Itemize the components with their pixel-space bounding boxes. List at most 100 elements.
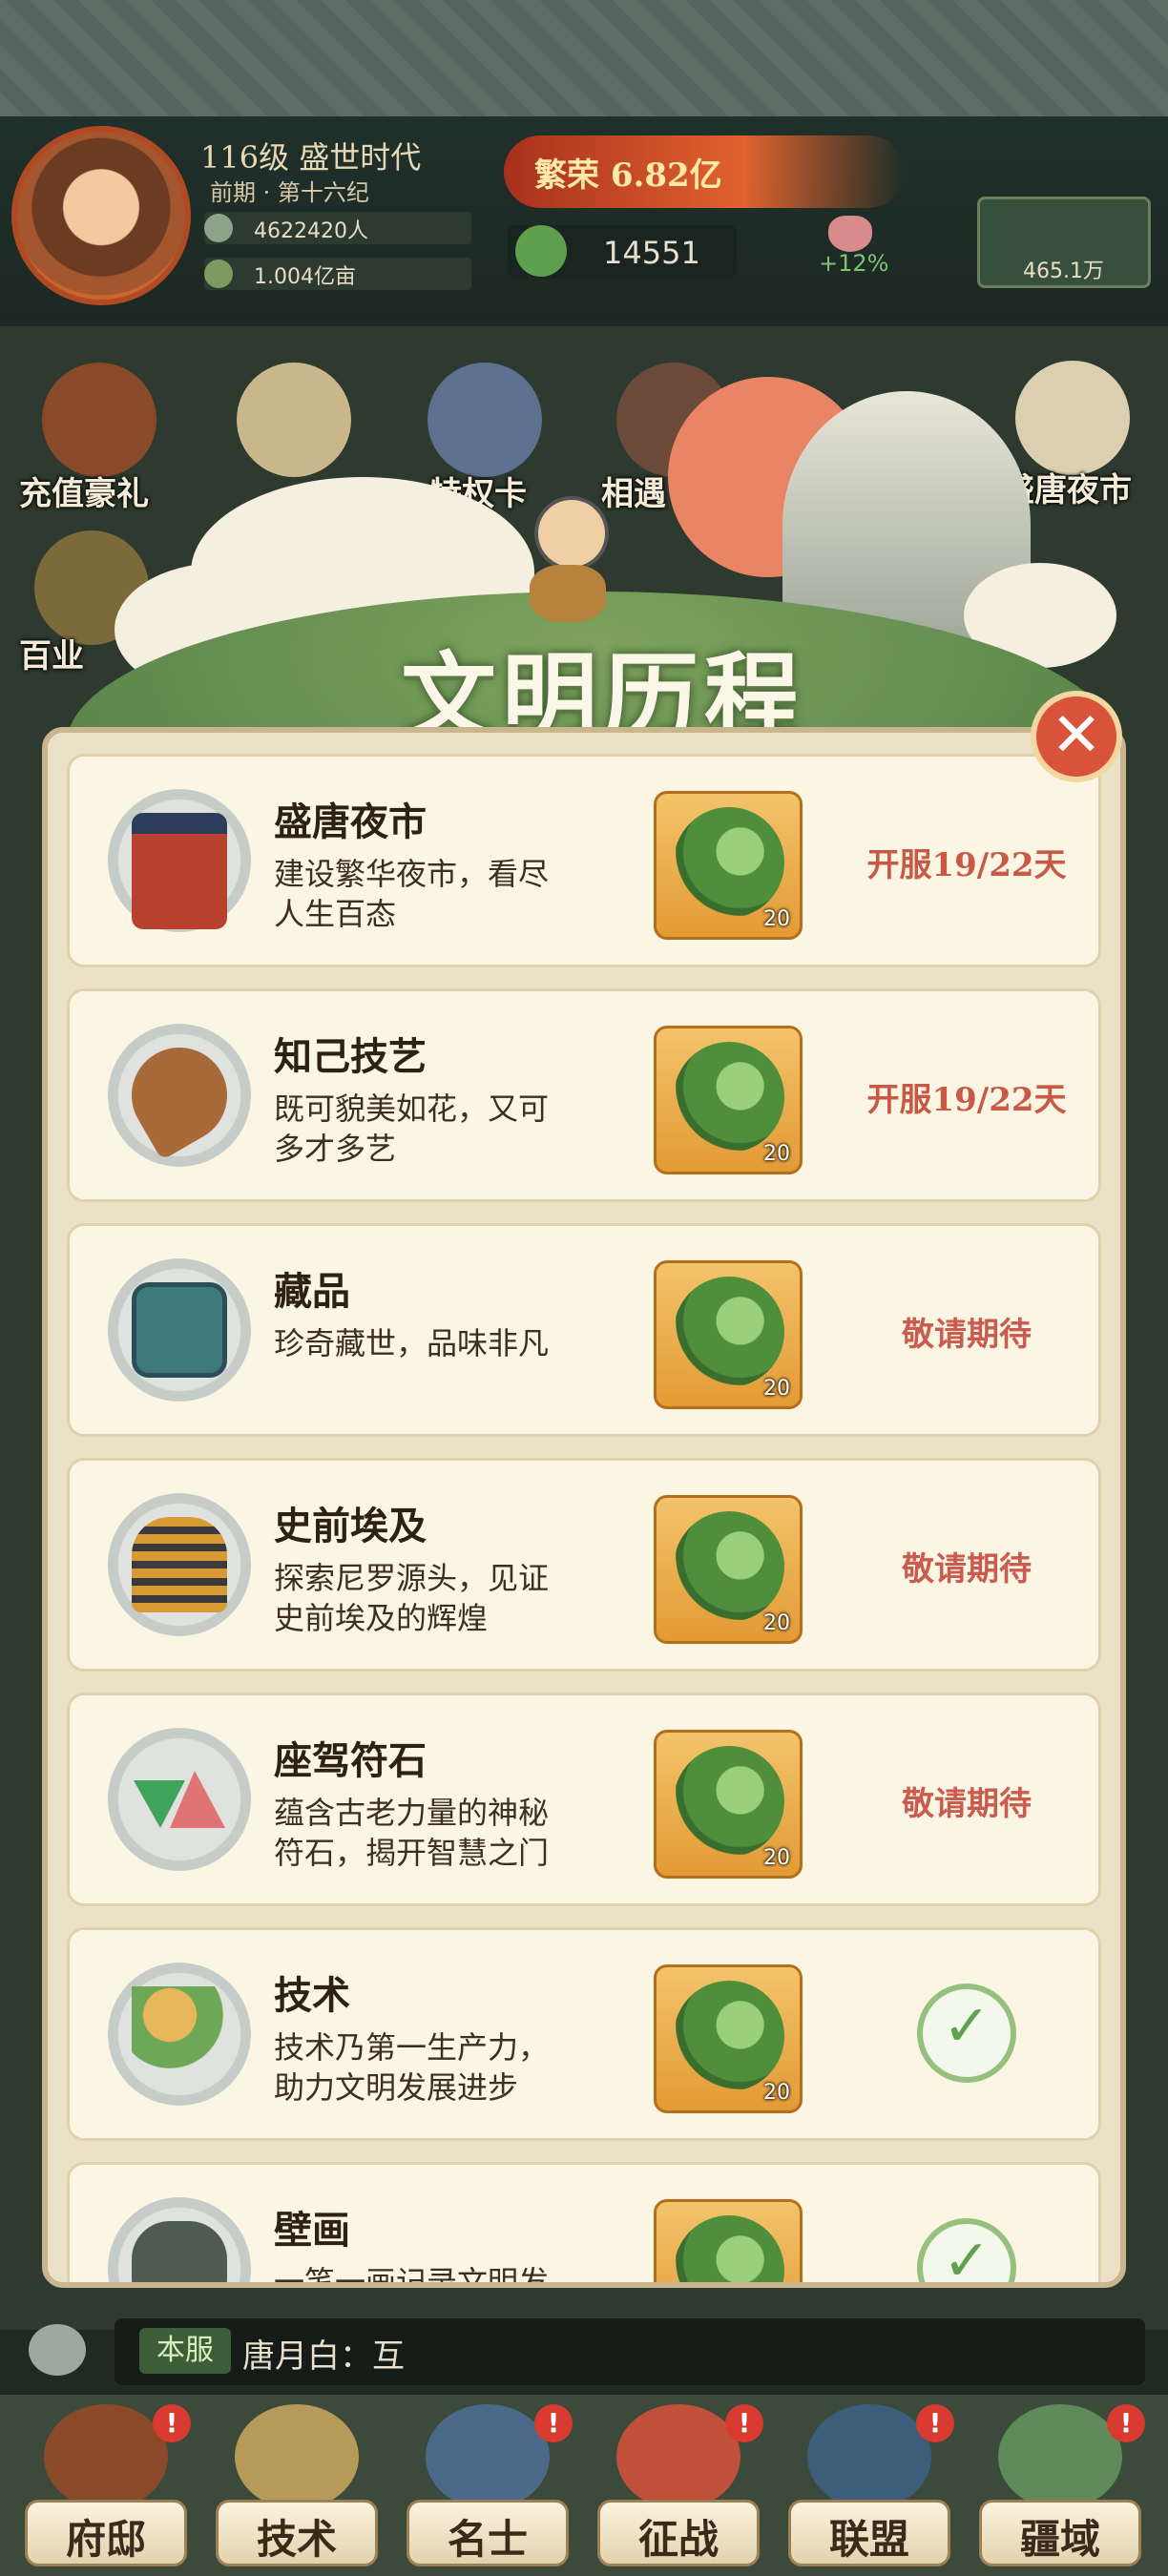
list-item[interactable]: 知己技艺 既可貌美如花，又可 多才多艺 20 开服19/22天 bbox=[67, 988, 1101, 1202]
jade-count: 14551 bbox=[603, 235, 700, 271]
reward-item[interactable] bbox=[654, 2199, 803, 2282]
shortcut-label: 百业 bbox=[19, 637, 84, 675]
unlock-status: 敬请期待 bbox=[902, 1316, 1032, 1354]
land-stat: 1.004亿亩 bbox=[204, 258, 471, 290]
item-icon-disc bbox=[108, 1963, 251, 2106]
reward-quantity: 20 bbox=[763, 907, 790, 931]
jade-dragon-icon bbox=[674, 1042, 784, 1153]
unlock-status: 敬请期待 bbox=[902, 1550, 1032, 1589]
population-value: 4622420人 bbox=[254, 219, 368, 243]
player-avatar[interactable] bbox=[11, 126, 191, 305]
privilege-emblem-icon bbox=[428, 363, 542, 477]
unlock-status: 开服19/22天 bbox=[866, 846, 1067, 884]
notification-badge: ! bbox=[1107, 2404, 1145, 2442]
nav-label: 技术 bbox=[256, 2516, 337, 2563]
item-name: 壁画 bbox=[274, 2208, 350, 2253]
wheat-icon bbox=[132, 1986, 227, 2082]
list-item[interactable]: 史前埃及 探索尼罗源头，见证 史前埃及的辉煌 20 敬请期待 bbox=[67, 1458, 1101, 1672]
jade-dragon-icon bbox=[674, 2215, 784, 2282]
item-description: 符石，揭开智慧之门 bbox=[274, 1835, 550, 1871]
claimed-check-icon: ✓ bbox=[917, 1984, 1016, 2083]
item-description: 技术乃第一生产力， bbox=[274, 2029, 550, 2066]
item-name: 座驾符石 bbox=[274, 1738, 427, 1783]
caveman-runner-illustration bbox=[515, 496, 620, 639]
land-icon bbox=[204, 260, 233, 288]
item-description: 史前埃及的辉煌 bbox=[274, 1600, 489, 1636]
item-description: 建设繁华夜市，看尽 bbox=[274, 856, 550, 892]
chat-bubble-icon[interactable] bbox=[29, 2324, 86, 2376]
item-icon-disc bbox=[108, 1493, 251, 1636]
jade-dragon-icon bbox=[674, 1981, 784, 2091]
item-icon-disc bbox=[108, 1024, 251, 1167]
item-description: 一笔一画记录文明发 bbox=[274, 2264, 550, 2288]
nav-alliance[interactable]: ! 联盟 bbox=[779, 2404, 960, 2576]
prosperity-value: 繁荣 6.82亿 bbox=[534, 156, 722, 195]
reward-item[interactable]: 20 bbox=[654, 1260, 803, 1409]
pharaoh-icon bbox=[132, 1517, 227, 1612]
bonus-percent: +12% bbox=[819, 250, 889, 277]
item-description: 珍奇藏世，品味非凡 bbox=[274, 1325, 550, 1361]
item-name: 藏品 bbox=[274, 1269, 350, 1314]
wheat-icon bbox=[235, 2404, 359, 2509]
notification-badge: ! bbox=[725, 2404, 763, 2442]
reward-item[interactable]: 20 bbox=[654, 791, 803, 940]
jade-dragon-icon bbox=[674, 807, 784, 918]
reward-item[interactable]: 20 bbox=[654, 1730, 803, 1879]
item-icon-disc bbox=[108, 1728, 251, 1871]
target-icon bbox=[616, 2404, 740, 2509]
treasure-chest-icon bbox=[42, 363, 156, 477]
lotus-icon bbox=[828, 216, 872, 252]
item-description: 探索尼罗源头，见证 bbox=[274, 1560, 550, 1596]
reward-item[interactable]: 20 bbox=[654, 1495, 803, 1644]
item-icon-disc bbox=[108, 1258, 251, 1402]
notification-badge: ! bbox=[153, 2404, 191, 2442]
item-name: 知己技艺 bbox=[274, 1034, 427, 1079]
list-item[interactable]: 技术 技术乃第一生产力， 助力文明发展进步 20 ✓ bbox=[67, 1927, 1101, 2141]
status-bar bbox=[0, 0, 1168, 116]
nav-label: 名士 bbox=[447, 2516, 528, 2563]
list-item[interactable]: 座驾符石 蕴含古老力量的神秘 符石，揭开智慧之门 20 敬请期待 bbox=[67, 1693, 1101, 1906]
shortcut-privilege-card[interactable] bbox=[227, 363, 361, 496]
gold-value: 465.1万 bbox=[1023, 260, 1104, 283]
item-description: 既可貌美如花，又可 bbox=[274, 1091, 550, 1127]
chat-message: 唐月白：互 bbox=[242, 2337, 405, 2376]
reward-quantity: 20 bbox=[763, 1846, 790, 1870]
item-description: 助力文明发展进步 bbox=[274, 2069, 519, 2106]
nav-label: 联盟 bbox=[828, 2516, 909, 2563]
item-description: 蕴含古老力量的神秘 bbox=[274, 1795, 550, 1831]
population-icon bbox=[204, 214, 233, 242]
close-icon: ✕ bbox=[1051, 700, 1102, 771]
player-era: 前期 · 第十六纪 bbox=[210, 179, 369, 206]
nav-technology[interactable]: 技术 bbox=[206, 2404, 387, 2576]
mural-stone-icon bbox=[132, 2221, 227, 2282]
jade-dragon-icon bbox=[674, 1277, 784, 1387]
list-item[interactable]: 盛唐夜市 建设繁华夜市，看尽 人生百态 20 开服19/22天 bbox=[67, 754, 1101, 967]
unlock-status: 开服19/22天 bbox=[866, 1081, 1067, 1119]
mansion-icon bbox=[44, 2404, 168, 2509]
alliance-banner-icon bbox=[807, 2404, 931, 2509]
reward-quantity: 20 bbox=[763, 1611, 790, 1635]
item-name: 盛唐夜市 bbox=[274, 800, 427, 844]
chat-channel-tag: 本服 bbox=[139, 2328, 231, 2374]
civilization-progress-panel: 盛唐夜市 建设繁华夜市，看尽 人生百态 20 开服19/22天 知己技艺 既可貌… bbox=[42, 727, 1126, 2288]
reward-item[interactable]: 20 bbox=[654, 1964, 803, 2113]
pipa-icon bbox=[114, 1029, 245, 1161]
scroll-icon bbox=[237, 363, 351, 477]
scholar-icon bbox=[426, 2404, 550, 2509]
reward-quantity: 20 bbox=[763, 1142, 790, 1166]
reward-quantity: 20 bbox=[763, 1377, 790, 1401]
close-button[interactable]: ✕ bbox=[1031, 691, 1122, 782]
nav-campaign[interactable]: ! 征战 bbox=[588, 2404, 769, 2576]
list-item[interactable]: 藏品 珍奇藏世，品味非凡 20 敬请期待 bbox=[67, 1223, 1101, 1437]
nav-celebrities[interactable]: ! 名士 bbox=[397, 2404, 578, 2576]
nav-territory[interactable]: ! 疆域 bbox=[970, 2404, 1151, 2576]
list-item[interactable]: 壁画 一笔一画记录文明发 ✓ bbox=[67, 2162, 1101, 2288]
nav-mansion[interactable]: ! 府邸 bbox=[15, 2404, 197, 2576]
nav-label: 疆域 bbox=[1019, 2516, 1100, 2563]
item-icon-disc bbox=[108, 789, 251, 932]
reward-item[interactable]: 20 bbox=[654, 1026, 803, 1174]
reward-quantity: 20 bbox=[763, 2081, 790, 2105]
jade-dragon-icon bbox=[674, 1746, 784, 1857]
jade-dragon-icon bbox=[515, 225, 567, 277]
night-market-icon bbox=[1015, 361, 1130, 475]
